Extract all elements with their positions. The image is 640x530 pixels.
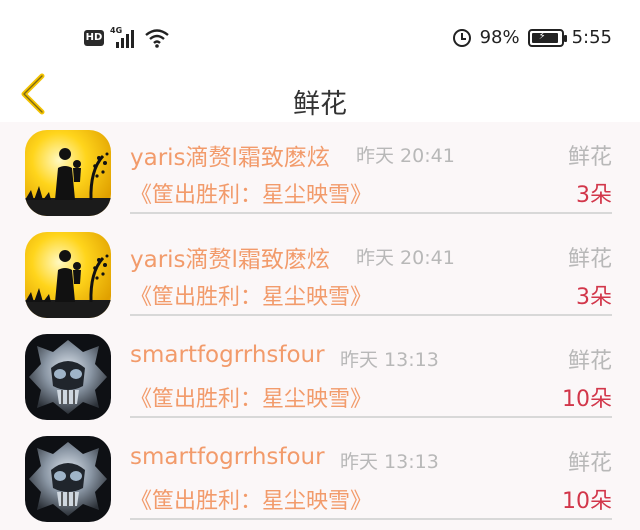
gift-type: 鲜花: [567, 349, 612, 374]
timestamp: 昨天 13:13: [340, 451, 439, 473]
page-title: 鲜花: [293, 89, 347, 120]
status-right-icons: 98% ⚡ 5:55: [452, 27, 612, 48]
list-item[interactable]: smartfogrrhsfour 昨天 13:13 鲜花 《筐出胜利：星尘映雪》…: [0, 428, 640, 530]
timestamp: 昨天 20:41: [356, 247, 455, 269]
metal-skull-icon: [25, 334, 111, 420]
divider: [130, 212, 612, 214]
book-title-link[interactable]: 《筐出胜利：星尘映雪》: [130, 279, 372, 311]
flower-count: 10朵: [562, 387, 612, 412]
status-bar: HD 4G 98% ⚡ 5:55: [0, 0, 640, 64]
avatar[interactable]: [25, 232, 111, 318]
timestamp: 昨天 13:13: [340, 349, 439, 371]
wifi-icon: [145, 29, 169, 48]
list-item[interactable]: yaris滴赘l霜致麽炫 昨天 20:41 鲜花 《筐出胜利：星尘映雪》 3朵: [0, 122, 640, 224]
sender-name: yaris滴赘l霜致麽炫: [130, 145, 330, 171]
silhouette-sunset-icon: [25, 130, 111, 216]
list-item[interactable]: smartfogrrhsfour 昨天 13:13 鲜花 《筐出胜利：星尘映雪》…: [0, 326, 640, 428]
gift-type: 鲜花: [567, 247, 612, 272]
battery-icon: ⚡: [527, 28, 567, 47]
divider: [130, 518, 612, 520]
clock: 5:55: [571, 27, 612, 48]
book-title-link[interactable]: 《筐出胜利：星尘映雪》: [130, 381, 372, 413]
battery-percent: 98%: [479, 27, 520, 48]
divider: [130, 416, 612, 418]
list-item[interactable]: yaris滴赘l霜致麽炫 昨天 20:41 鲜花 《筐出胜利：星尘映雪》 3朵: [0, 224, 640, 326]
book-title-link[interactable]: 《筐出胜利：星尘映雪》: [130, 177, 372, 209]
hd-icon: HD: [84, 30, 104, 46]
data-saver-icon: [452, 28, 471, 47]
divider: [130, 314, 612, 316]
header: 鲜花: [0, 64, 640, 122]
avatar[interactable]: [25, 436, 111, 522]
gift-type: 鲜花: [567, 145, 612, 170]
avatar[interactable]: [25, 130, 111, 216]
avatar[interactable]: [25, 334, 111, 420]
gift-type: 鲜花: [567, 451, 612, 476]
silhouette-sunset-icon: [25, 232, 111, 318]
flower-count: 3朵: [576, 183, 612, 208]
flower-record-list: yaris滴赘l霜致麽炫 昨天 20:41 鲜花 《筐出胜利：星尘映雪》 3朵: [0, 122, 640, 530]
book-title-link[interactable]: 《筐出胜利：星尘映雪》: [130, 483, 372, 515]
flower-count: 3朵: [576, 285, 612, 310]
sender-name: yaris滴赘l霜致麽炫: [130, 247, 330, 273]
flower-count: 10朵: [562, 489, 612, 514]
metal-skull-icon: [25, 436, 111, 522]
timestamp: 昨天 20:41: [356, 145, 455, 167]
status-left-icons: HD 4G: [84, 26, 170, 48]
sender-name: smartfogrrhsfour: [130, 444, 325, 470]
cellular-signal-icon: 4G: [110, 26, 138, 48]
sender-name: smartfogrrhsfour: [130, 342, 325, 368]
